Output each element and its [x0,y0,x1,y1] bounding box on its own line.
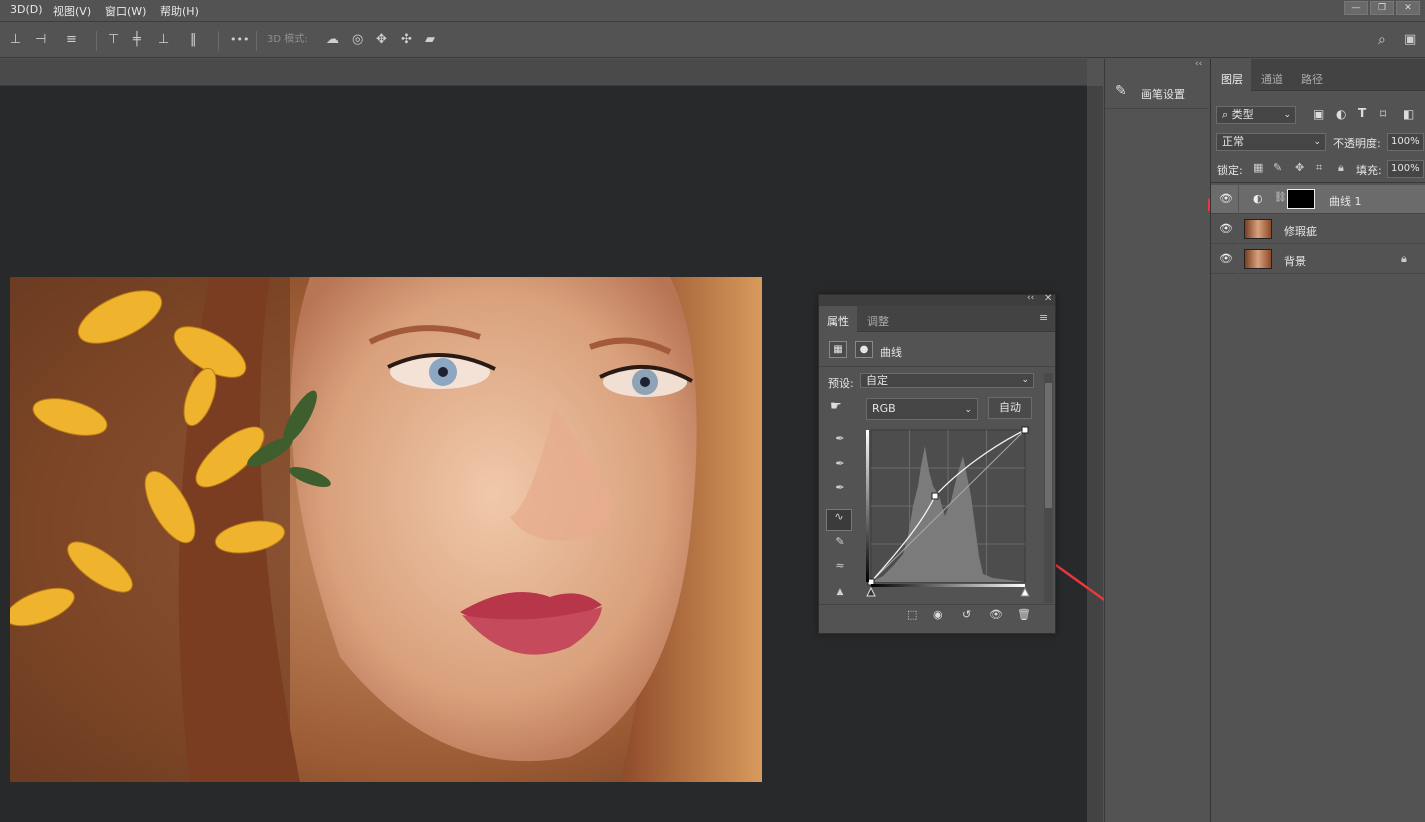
chevron-down-icon: ⌄ [1313,137,1321,147]
view-previous-icon[interactable]: ◉ [933,608,943,621]
output-gradient-bar [871,584,1025,587]
fill-label: 填充: [1356,164,1382,177]
brush-settings-label: 画笔设置 [1141,88,1185,101]
lock-position-icon[interactable]: ✥ [1295,161,1304,174]
layer-mask-thumbnail[interactable] [1287,189,1315,209]
fill-input[interactable]: 100% [1387,160,1424,178]
collapse-icon[interactable]: ‹‹ [1195,59,1202,69]
layer-name: 曲线 1 [1329,195,1362,208]
collapse-icon[interactable]: ‹‹ [1027,293,1034,303]
curve-point-tool-icon[interactable]: ∿ [826,509,852,531]
lock-label: 锁定: [1217,164,1243,177]
visibility-eye-icon[interactable]: 👁︎ [1219,192,1233,205]
divider [1238,215,1239,244]
chevron-down-icon: ⌄ [964,405,972,415]
lock-transparent-icon[interactable]: ▦ [1253,161,1263,174]
panel-title-bar[interactable]: ‹‹ ✕ [819,293,1055,306]
panel-menu-icon[interactable]: ≡ [1039,311,1048,324]
curve-point[interactable] [931,492,939,500]
tab-properties[interactable]: 属性 [827,313,849,329]
layer-name: 背景 [1284,255,1306,268]
mask-icon[interactable]: ● [855,341,873,358]
layer-row-retouch[interactable]: 👁︎ 修瑕疵 [1211,215,1425,244]
visibility-eye-icon[interactable]: 👁︎ [1219,252,1233,265]
white-slider[interactable] [1020,586,1030,597]
curves-adjustment-icon: ◐ [1253,192,1263,205]
visibility-eye-icon[interactable]: 👁︎ [989,608,1003,621]
on-image-adjust-icon[interactable]: ☛ [830,399,842,414]
clip-to-layer-icon[interactable]: ⬚ [907,608,917,621]
properties-tab-bar: 属性 调整 ≡ [819,306,1055,332]
tab-layers[interactable]: 图层 [1221,71,1243,87]
panel-title: 曲线 [880,346,902,359]
layers-tab-bar: 图层 通道 路径 [1211,59,1425,91]
preset-value: 自定 [866,374,888,387]
sample-black-point-icon[interactable]: ✒ [829,432,851,452]
layer-thumbnail [1244,219,1272,239]
chevron-down-icon: ⌄ [1283,110,1291,120]
filter-pixel-icon[interactable]: ▣ [1313,107,1324,121]
channel-select[interactable]: RGB ⌄ [866,398,978,420]
lock-icon: 🔒︎ [1401,252,1407,265]
filter-adjustment-icon[interactable]: ◐ [1336,107,1346,121]
pencil-draw-icon[interactable]: ✎ [829,535,851,555]
filter-kind-value: 类型 [1231,108,1254,121]
chevron-down-icon: ⌄ [1021,375,1029,385]
curves-icon[interactable]: ▦ [829,341,847,358]
black-slider[interactable] [866,586,876,597]
brush-settings-button[interactable]: ✎ 画笔设置 [1105,79,1209,109]
tab-adjustments[interactable]: 调整 [867,313,889,329]
brush-settings-dock: ‹‹ ✎ 画笔设置 [1104,59,1209,822]
auto-button[interactable]: 自动 [988,397,1032,419]
layer-row-background[interactable]: 👁︎ 背景 🔒︎ [1211,245,1425,274]
channel-value: RGB [872,402,896,415]
layer-name: 修瑕疵 [1284,225,1317,238]
divider [1238,245,1239,274]
input-gradient-bar [866,430,869,582]
tab-channels[interactable]: 通道 [1261,71,1283,87]
preset-select[interactable]: 自定 ⌄ [860,373,1034,388]
lock-image-icon[interactable]: ✎ [1273,161,1282,174]
preset-label: 预设: [828,377,854,390]
sample-gray-point-icon[interactable]: ✒ [829,457,851,477]
scroll-thumb[interactable] [1045,383,1052,508]
layer-row-curves[interactable]: 👁︎ ◐ ⛓︎ 曲线 1 [1211,185,1425,214]
filter-smartobject-icon[interactable]: ◧ [1403,107,1414,121]
curves-graph[interactable] [863,426,1035,602]
filter-type-icon[interactable]: T [1358,106,1366,120]
blend-mode-value: 正常 [1222,135,1244,148]
layer-thumbnail [1244,249,1272,269]
close-icon[interactable]: ✕ [1044,293,1052,304]
brush-icon: ✎ [1115,83,1127,99]
reset-icon[interactable]: ↺ [962,608,971,621]
opacity-input[interactable]: 100% [1387,133,1424,151]
lock-all-icon[interactable]: 🔒︎ [1338,161,1344,175]
divider [1238,185,1239,214]
divider [819,604,1055,605]
sample-white-point-icon[interactable]: ✒ [829,481,851,501]
visibility-eye-icon[interactable]: 👁︎ [1219,222,1233,235]
layers-panel: 图层 通道 路径 ⌕ 类型 ⌄ ▣ ◐ T ⌑ ◧ 正常 ⌄ 不透明度: 100… [1210,59,1425,822]
smooth-curve-icon[interactable]: ≈ [829,559,851,579]
curve-point[interactable] [1021,426,1029,434]
properties-panel: ‹‹ ✕ 属性 调整 ≡ ▦ ● 曲线 预设: 自定 ⌄ ☛ RGB ⌄ 自动 … [818,293,1056,634]
trash-icon[interactable]: 🗑︎ [1017,608,1031,621]
tab-paths[interactable]: 路径 [1301,71,1323,87]
filter-shape-icon[interactable]: ⌑ [1380,107,1386,121]
divider [819,366,1055,367]
filter-kind-select[interactable]: ⌕ 类型 ⌄ [1216,106,1296,124]
opacity-label: 不透明度: [1333,137,1381,150]
blend-mode-select[interactable]: 正常 ⌄ [1216,133,1326,151]
link-chain-icon[interactable]: ⛓︎ [1274,192,1287,203]
search-icon: ⌕ [1222,108,1232,121]
properties-scrollbar[interactable] [1044,373,1053,603]
lock-artboard-icon[interactable]: ⌗ [1316,161,1322,175]
divider [1211,182,1425,183]
